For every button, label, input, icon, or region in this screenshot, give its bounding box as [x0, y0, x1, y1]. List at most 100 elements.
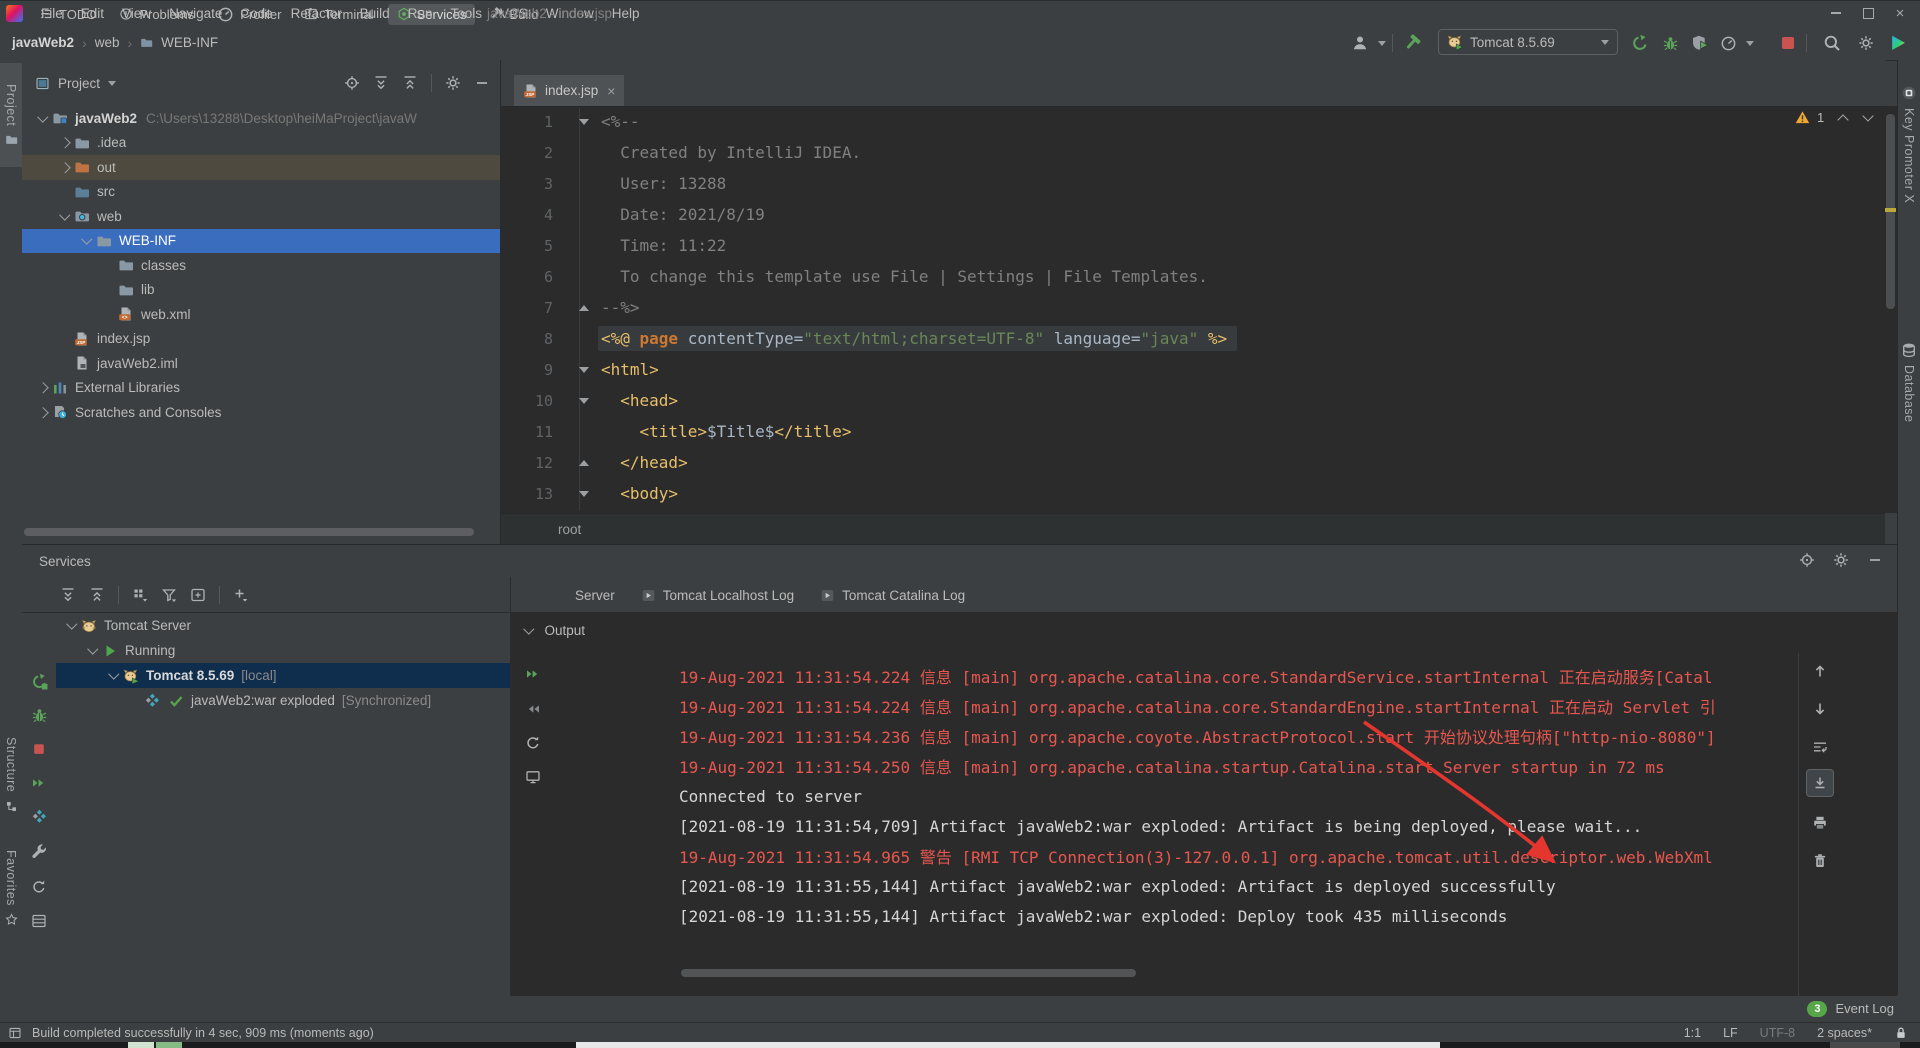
code-line-5[interactable]: 5 Time: 11:22 [501, 230, 1885, 261]
code-line-9[interactable]: 9 <html> [501, 354, 1885, 385]
menu-refactor[interactable]: Refactor [282, 0, 351, 26]
close-tab-icon[interactable]: × [607, 83, 615, 99]
run-config-select[interactable]: Tomcat 8.5.69 [1438, 29, 1618, 55]
horizontal-scrollbar[interactable] [24, 528, 474, 536]
console-line[interactable]: 19-Aug-2021 11:31:54.250 信息 [main] org.a… [511, 751, 1798, 781]
code-line-4[interactable]: 4 Date: 2021/8/19 [501, 199, 1885, 230]
service-item-tomcat-server[interactable]: Tomcat Server [56, 613, 510, 638]
fold-marker-icon[interactable] [567, 300, 601, 316]
code-line-12[interactable]: 12 </head> [501, 447, 1885, 478]
scroll-up-icon[interactable] [1806, 657, 1834, 685]
code-line-3[interactable]: 3 User: 13288 [501, 168, 1885, 199]
coverage-icon[interactable] [1690, 33, 1710, 53]
stop-icon[interactable] [29, 739, 49, 759]
tab-index-jsp[interactable]: JSP index.jsp × [514, 75, 625, 106]
code-line-8[interactable]: 8 <%@ page contentType="text/html;charset… [501, 323, 1885, 354]
console-line[interactable]: [2021-08-19 11:31:55,144] Artifact javaW… [511, 871, 1798, 901]
file-encoding[interactable]: UTF-8 [1760, 1026, 1795, 1040]
user-icon[interactable] [1350, 33, 1370, 53]
tree-item-web-xml[interactable]: <> web.xml [22, 302, 500, 327]
close-icon[interactable]: × [1884, 0, 1916, 26]
menu-view[interactable]: View [113, 0, 160, 26]
search-icon[interactable] [1822, 33, 1842, 53]
code-line-2[interactable]: 2 Created by IntelliJ IDEA. [501, 137, 1885, 168]
group-by-icon[interactable] [132, 587, 148, 603]
tree-item-web[interactable]: web [22, 204, 500, 229]
event-log-button[interactable]: 3 Event Log [1807, 995, 1894, 1022]
code-line-6[interactable]: 6 To change this template use File | Set… [501, 261, 1885, 292]
breadcrumb-item[interactable]: web [95, 35, 120, 50]
breadcrumb-root[interactable]: root [558, 522, 581, 537]
code-line-7[interactable]: 7 --%> [501, 292, 1885, 323]
chevron-down-icon[interactable] [78, 233, 95, 245]
chevron-down-icon[interactable] [63, 618, 80, 629]
clear-icon[interactable] [1806, 847, 1834, 875]
code-line-11[interactable]: 11 <title>$Title$</title> [501, 416, 1885, 447]
chevron-right-icon[interactable] [34, 382, 51, 394]
collapse-all-icon[interactable] [402, 75, 418, 91]
code-line-10[interactable]: 10 <head> [501, 385, 1885, 416]
console-line[interactable]: [2021-08-19 11:31:54,709] Artifact javaW… [511, 811, 1798, 841]
fold-marker-icon[interactable] [567, 486, 601, 502]
fold-marker-icon[interactable] [567, 114, 601, 130]
maximize-icon[interactable] [1852, 0, 1884, 26]
tool-windows-icon[interactable] [8, 1026, 22, 1040]
chevron-right-icon[interactable] [56, 137, 73, 149]
add-service-icon[interactable] [190, 587, 206, 603]
chevron-down-icon[interactable] [34, 110, 51, 122]
menu-tools[interactable]: Tools [441, 0, 491, 26]
console-horizontal-scrollbar[interactable] [681, 969, 1136, 977]
code-area[interactable]: 1 <%-- 2 Created by IntelliJ IDEA. 3 User: … [501, 106, 1885, 509]
stop-icon[interactable] [1778, 33, 1798, 53]
lock-icon[interactable] [1894, 1026, 1908, 1040]
hide-panel-icon[interactable] [474, 75, 490, 91]
tree-item-index-jsp[interactable]: JSP index.jsp [22, 327, 500, 352]
chevron-down-icon[interactable] [1372, 33, 1392, 53]
warning-stripe-mark[interactable] [1885, 208, 1896, 212]
menu-run[interactable]: Run [399, 0, 442, 26]
service-item-javaweb2-war-exploded[interactable]: javaWeb2:war exploded [Synchronized] [56, 688, 510, 713]
scroll-down-icon[interactable] [1806, 695, 1834, 723]
output-section-header[interactable]: Output [523, 623, 585, 638]
chevron-down-icon[interactable] [105, 668, 122, 679]
console-tab-tomcat-localhost-log[interactable]: Tomcat Localhost Log [641, 588, 794, 603]
menu-navigate[interactable]: Navigate [160, 0, 231, 26]
service-item-running[interactable]: Running [56, 638, 510, 663]
caret-position[interactable]: 1:1 [1684, 1026, 1701, 1040]
menu-file[interactable]: File [32, 0, 72, 26]
tree-item-src[interactable]: src [22, 180, 500, 205]
chevron-down-icon[interactable] [56, 208, 73, 220]
code-line-1[interactable]: 1 <%-- [501, 106, 1885, 137]
filter-icon[interactable] [161, 587, 177, 603]
tree-item--idea[interactable]: .idea [22, 131, 500, 156]
sidebar-tab-structure[interactable]: Structure [0, 720, 22, 830]
tree-item-web-inf[interactable]: WEB-INF [22, 228, 500, 253]
tree-item-scratches-and-consoles[interactable]: Scratches and Consoles [22, 400, 500, 425]
chevron-down-icon[interactable] [84, 643, 101, 654]
fold-marker-icon[interactable] [567, 362, 601, 378]
refresh-icon[interactable] [29, 877, 49, 897]
print-icon[interactable] [1806, 809, 1834, 837]
menu-code[interactable]: Code [231, 0, 281, 26]
profiler-icon[interactable] [1718, 33, 1738, 53]
console-line[interactable]: Connected to server [511, 781, 1798, 811]
breadcrumb-item[interactable]: javaWeb2 [12, 35, 74, 50]
menu-build[interactable]: Build [351, 0, 399, 26]
debug-icon[interactable] [1660, 33, 1680, 53]
settings-icon[interactable] [445, 75, 461, 91]
console-line[interactable]: [2021-08-19 11:31:55,144] Artifact javaW… [511, 901, 1798, 931]
sidebar-tab-key-promoter-x[interactable]: Key Promoter X [1898, 85, 1920, 295]
deploy-icon[interactable] [29, 773, 49, 793]
artifacts-icon[interactable] [29, 807, 49, 827]
editor-scrollbar[interactable] [1884, 106, 1897, 513]
dashboard-icon[interactable] [29, 911, 49, 931]
prev-problem-icon[interactable] [1837, 113, 1849, 126]
plugin-logo-icon[interactable] [1888, 33, 1908, 53]
inspections-widget[interactable]: 1 [1795, 109, 1874, 126]
editor-breadcrumb[interactable]: root [501, 513, 1885, 544]
console-line[interactable]: 19-Aug-2021 11:31:54.236 信息 [main] org.a… [511, 721, 1798, 751]
code-line-13[interactable]: 13 <body> [501, 478, 1885, 509]
menu-edit[interactable]: Edit [72, 0, 113, 26]
locate-icon[interactable] [344, 75, 360, 91]
indent-setting[interactable]: 2 spaces* [1817, 1026, 1872, 1040]
